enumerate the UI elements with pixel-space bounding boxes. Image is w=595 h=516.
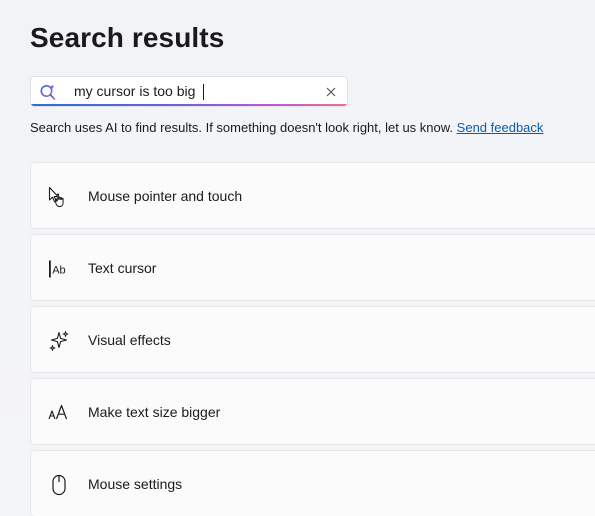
ai-search-icon: [40, 84, 56, 100]
clear-search-button[interactable]: [321, 82, 341, 102]
svg-text:Ab: Ab: [52, 265, 65, 277]
result-make-text-size-bigger[interactable]: Make text size bigger: [30, 378, 595, 445]
settings-search-page: Search results Search uses AI to: [0, 0, 595, 516]
send-feedback-link[interactable]: Send feedback: [457, 120, 544, 135]
search-input[interactable]: [74, 77, 314, 106]
text-size-icon: [48, 404, 68, 420]
result-label: Mouse settings: [88, 476, 183, 492]
sparkle-icon: [49, 331, 69, 351]
page-title: Search results: [30, 22, 225, 53]
text-caret: [203, 84, 204, 100]
mouse-icon: [52, 474, 66, 496]
ai-disclaimer-text: Search uses AI to find results. If somet…: [30, 120, 454, 135]
result-text-cursor[interactable]: Ab Text cursor: [30, 234, 595, 301]
close-icon: [326, 87, 336, 97]
result-label: Make text size bigger: [88, 404, 221, 420]
search-focus-underline: [31, 104, 347, 106]
result-label: Mouse pointer and touch: [88, 188, 243, 204]
text-cursor-icon: Ab: [49, 260, 66, 278]
ai-disclaimer: Search uses AI to find results. If somet…: [30, 120, 543, 135]
mouse-pointer-touch-icon: [48, 186, 64, 207]
result-visual-effects[interactable]: Visual effects: [30, 306, 595, 373]
search-box[interactable]: [30, 76, 348, 107]
result-label: Visual effects: [88, 332, 171, 348]
result-mouse-settings[interactable]: Mouse settings: [30, 450, 595, 516]
result-label: Text cursor: [88, 260, 157, 276]
result-mouse-pointer-and-touch[interactable]: Mouse pointer and touch: [30, 162, 595, 229]
